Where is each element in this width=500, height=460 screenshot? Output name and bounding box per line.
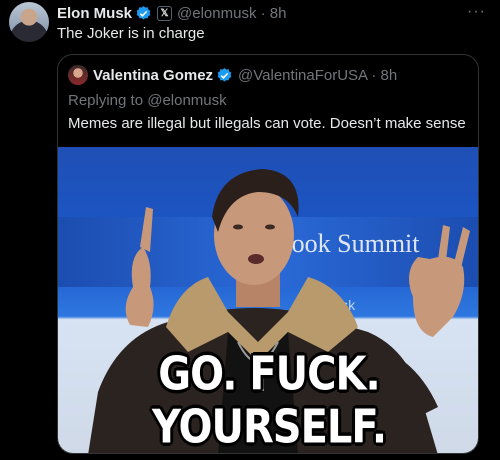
verified-badge-icon [217, 67, 232, 82]
author-handle-time[interactable]: @elonmusk · 8h [177, 5, 286, 22]
meme-caption: GO. FUCK. YOURSELF. [151, 348, 387, 454]
quote-author-name: Valentina Gomez [93, 66, 214, 84]
tweet-header: Elon Musk 𝕏 @elonmusk · 8h [57, 4, 490, 22]
quote-text: Memes are illegal but illegals can vote.… [68, 115, 466, 132]
more-icon[interactable]: ··· [467, 3, 486, 21]
tweet-text: The Joker is in charge [57, 25, 205, 42]
verified-badge-icon [136, 5, 151, 20]
quote-header: Valentina Gomez @ValentinaForUSA · 8h [68, 65, 397, 85]
quoted-tweet[interactable]: Valentina Gomez @ValentinaForUSA · 8h Re… [57, 54, 479, 454]
author-name[interactable]: Elon Musk [57, 5, 132, 22]
replying-to: Replying to @elonmusk [68, 92, 227, 109]
quote-author-handle-time: @ValentinaForUSA · 8h [238, 66, 398, 84]
quote-image[interactable]: ealBook Summit n Musk [58, 147, 478, 454]
author-avatar[interactable] [9, 2, 49, 42]
quote-author-avatar [68, 65, 88, 85]
x-affiliation-icon: 𝕏 [157, 5, 173, 21]
